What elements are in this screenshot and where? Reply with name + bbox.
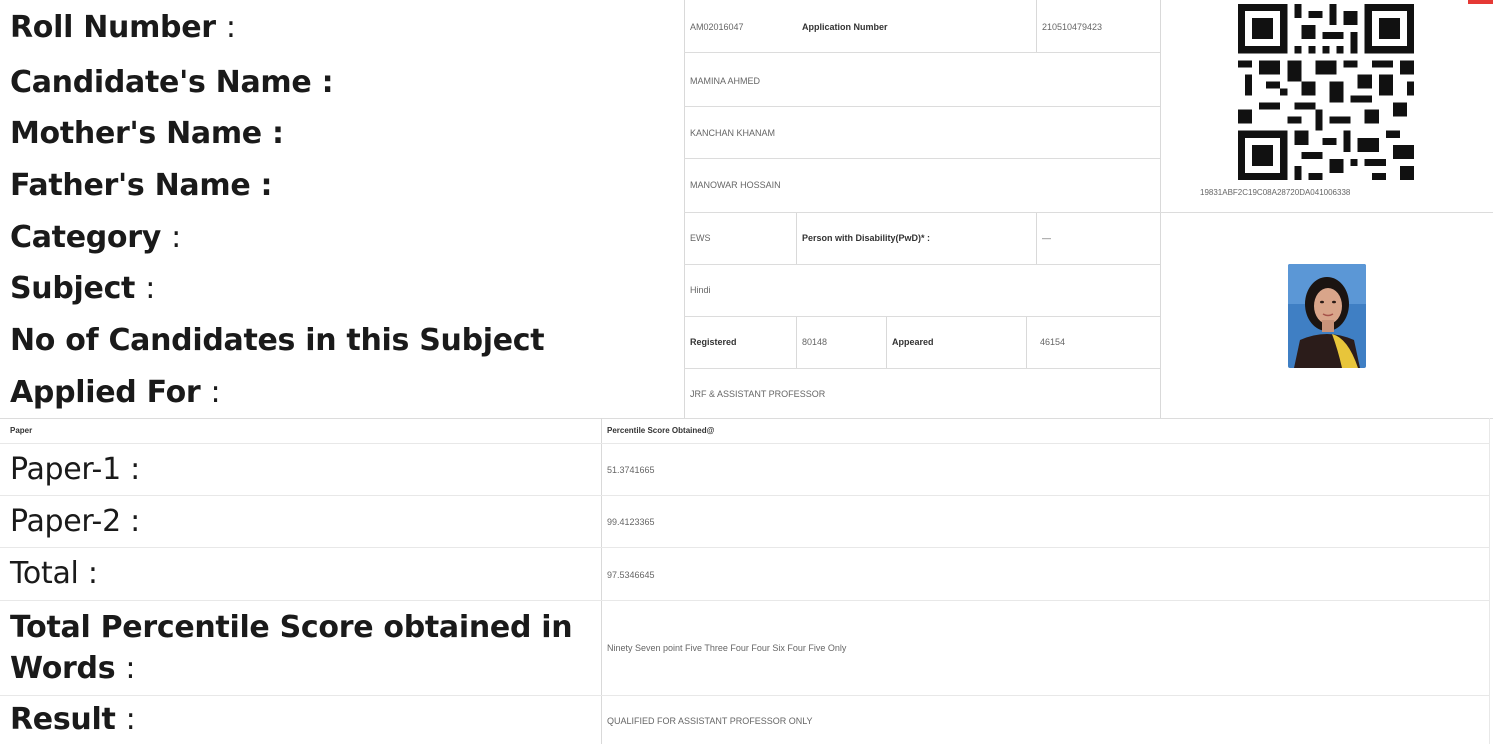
no-of-candidates-label: No of Candidates in this Subject xyxy=(10,323,545,358)
divider xyxy=(0,418,1493,419)
divider xyxy=(684,0,685,418)
divider xyxy=(796,212,797,264)
subject-value: Hindi xyxy=(690,285,711,295)
roll-number-label: Roll Number : xyxy=(10,10,236,45)
father-name-label: Father's Name : xyxy=(10,168,273,203)
candidate-photo xyxy=(1288,264,1366,368)
total-label: Total : xyxy=(10,556,98,591)
paper-1-value: 51.3741665 xyxy=(607,465,655,475)
divider xyxy=(1036,0,1037,52)
qr-code-icon xyxy=(1238,4,1414,180)
paper-column-header: Paper xyxy=(10,426,33,435)
applied-for-value: JRF & ASSISTANT PROFESSOR xyxy=(690,389,826,399)
divider xyxy=(684,158,1160,159)
divider xyxy=(684,212,1493,213)
appeared-value: 46154 xyxy=(1040,337,1066,347)
father-name-value: MANOWAR HOSSAIN xyxy=(690,180,781,190)
divider xyxy=(684,368,1160,369)
divider xyxy=(886,316,887,368)
candidate-name-value: MAMINA AHMED xyxy=(690,76,761,86)
paper-2-label: Paper-2 : xyxy=(10,504,140,539)
divider xyxy=(0,695,1490,696)
divider xyxy=(1026,316,1027,368)
paper-2-value: 99.4123365 xyxy=(607,517,655,527)
corner-red-mark xyxy=(1468,0,1493,4)
application-number-label: Application Number xyxy=(802,22,888,32)
divider xyxy=(0,443,1490,444)
candidate-name-label: Candidate's Name : xyxy=(10,65,334,100)
result-value: QUALIFIED FOR ASSISTANT PROFESSOR ONLY xyxy=(607,716,813,726)
result-label: Result : xyxy=(10,702,136,737)
divider xyxy=(684,264,1160,265)
divider xyxy=(1160,0,1161,418)
divider xyxy=(684,316,1160,317)
appeared-label: Appeared xyxy=(892,337,934,347)
divider xyxy=(684,106,1160,107)
applied-for-label: Applied For : xyxy=(10,375,221,410)
total-words-label: Total Percentile Score obtained in Words… xyxy=(10,610,573,686)
subject-label: Subject : xyxy=(10,271,156,306)
mother-name-label: Mother's Name : xyxy=(10,116,284,151)
category-value: EWS xyxy=(690,233,711,243)
pwd-value: — xyxy=(1042,233,1051,243)
divider xyxy=(0,600,1490,601)
registered-label: Registered xyxy=(690,337,737,347)
paper-1-label: Paper-1 : xyxy=(10,452,140,487)
total-words-value: Ninety Seven point Five Three Four Four … xyxy=(607,643,847,653)
qr-code-text: 19831ABF2C19C08A28720DA041006338 xyxy=(1200,188,1351,197)
divider xyxy=(1489,418,1490,744)
percentile-column-header: Percentile Score Obtained@ xyxy=(607,426,715,435)
pwd-label: Person with Disability(PwD)* : xyxy=(802,233,931,243)
application-number-value: 210510479423 xyxy=(1042,22,1103,32)
category-label: Category : xyxy=(10,220,181,255)
divider xyxy=(796,316,797,368)
divider xyxy=(1036,212,1037,264)
mother-name-value: KANCHAN KHANAM xyxy=(690,128,776,138)
total-value: 97.5346645 xyxy=(607,570,655,580)
divider xyxy=(0,495,1490,496)
roll-number-value: AM02016047 xyxy=(690,22,744,32)
registered-value: 80148 xyxy=(802,337,828,347)
divider xyxy=(684,52,1160,53)
divider xyxy=(0,547,1490,548)
